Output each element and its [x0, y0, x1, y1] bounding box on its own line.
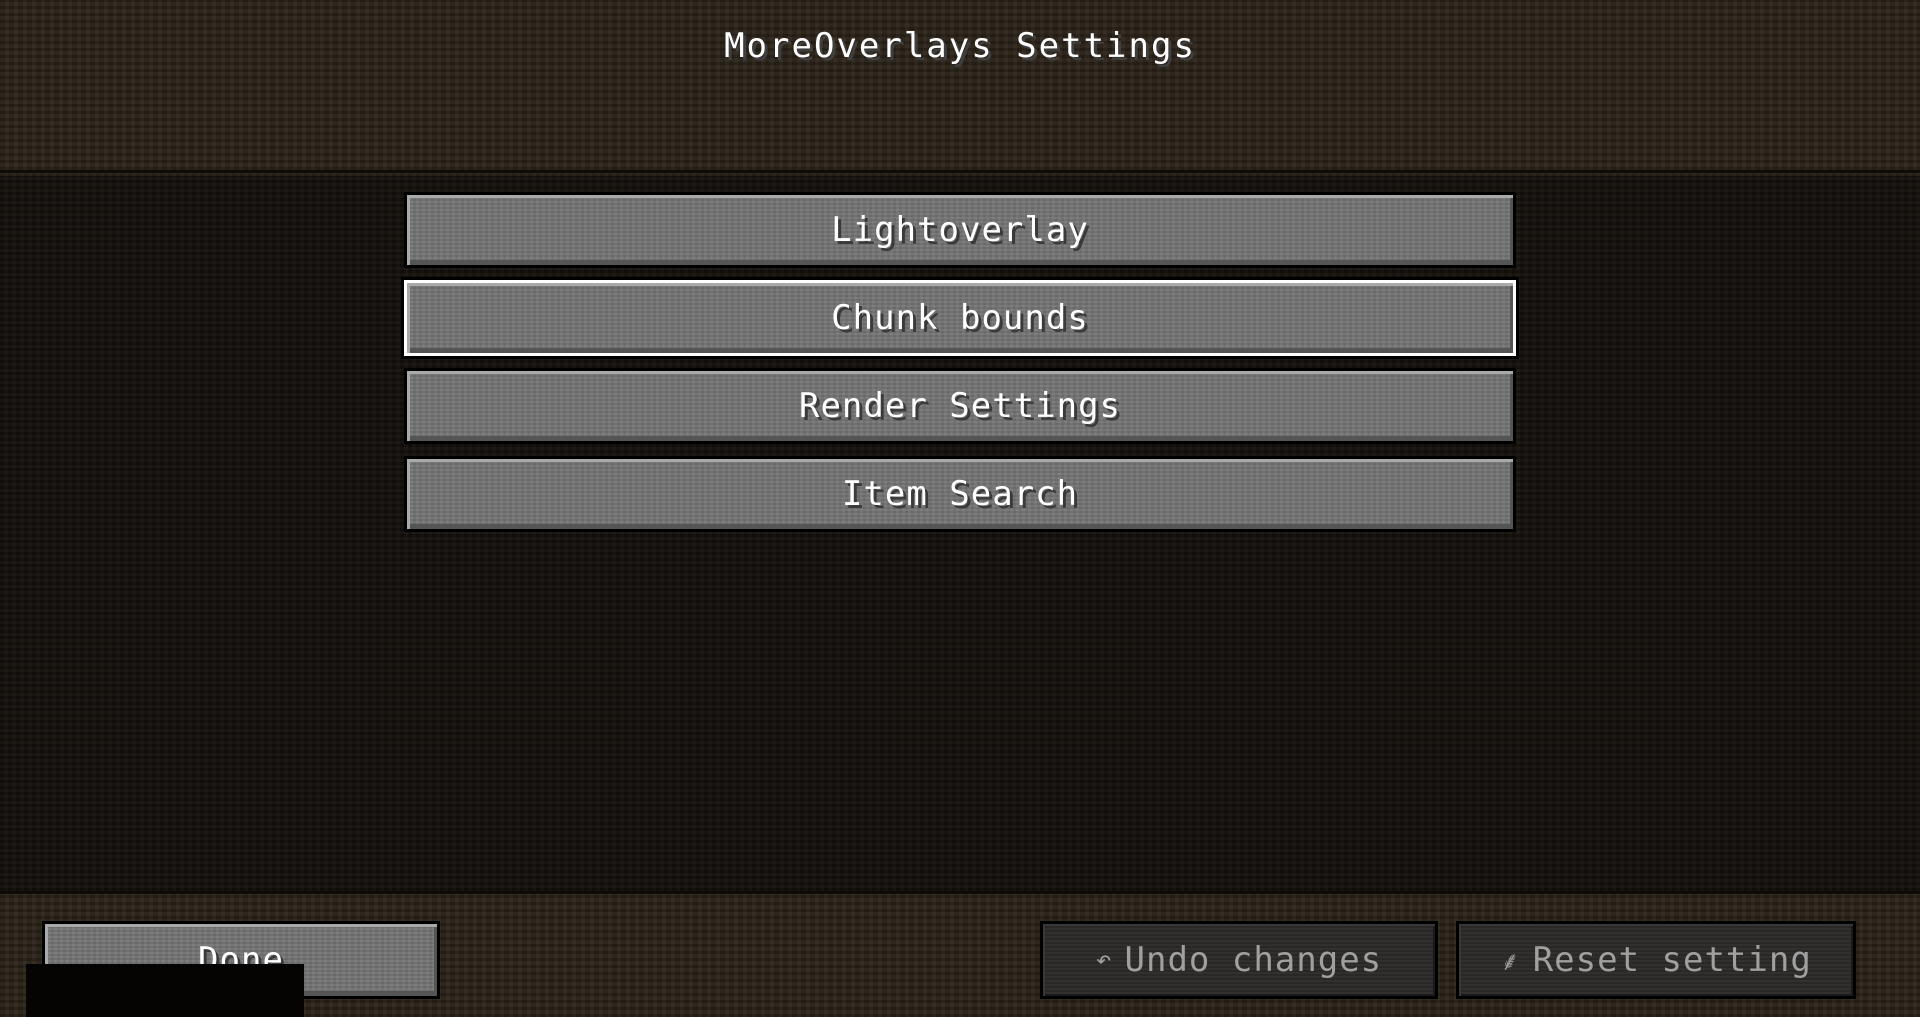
category-label: Item Search: [841, 474, 1079, 514]
category-list: Lightoverlay Chunk bounds Render Setting…: [0, 176, 1920, 891]
category-label: Render Settings: [798, 386, 1122, 426]
broom-icon: ⸙: [1500, 947, 1521, 977]
category-button-item-search[interactable]: Item Search: [404, 456, 1516, 532]
undo-label: Undo changes: [1124, 940, 1383, 980]
category-button-chunk-bounds[interactable]: Chunk bounds: [401, 277, 1519, 359]
reset-label: Reset setting: [1532, 940, 1812, 980]
header-panel: MoreOverlays Settings: [0, 0, 1920, 173]
undo-changes-button[interactable]: ↶ Undo changes: [1040, 921, 1438, 999]
category-label: Chunk bounds: [831, 298, 1089, 338]
screen-title: MoreOverlays Settings: [724, 26, 1196, 66]
category-label: Lightoverlay: [831, 210, 1089, 250]
category-button-render-settings[interactable]: Render Settings: [404, 368, 1516, 444]
category-button-lightoverlay[interactable]: Lightoverlay: [404, 192, 1516, 268]
undo-arrow-icon: ↶: [1095, 945, 1113, 975]
overlay-block: [26, 964, 304, 1017]
reset-setting-button[interactable]: ⸙ Reset setting: [1456, 921, 1856, 999]
